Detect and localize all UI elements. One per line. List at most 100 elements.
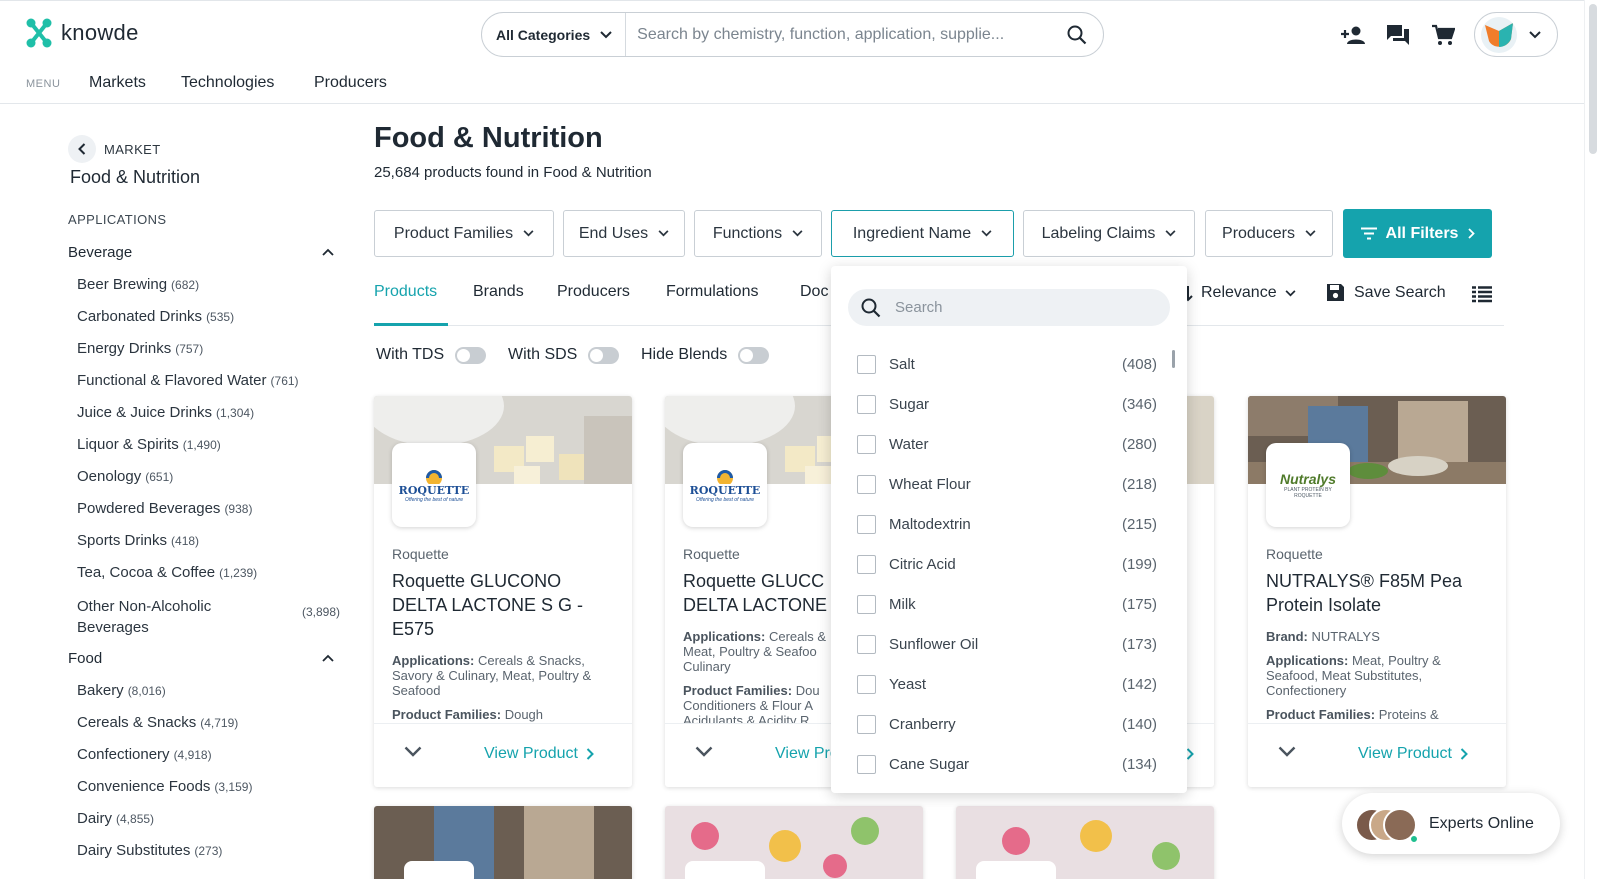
tab-producers[interactable]: Producers [557, 283, 630, 301]
checkbox[interactable] [857, 674, 876, 694]
filter-labeling-claims[interactable]: Labeling Claims [1023, 210, 1195, 257]
list-view-button[interactable] [1472, 286, 1492, 306]
sidebar-item[interactable]: Convenience Foods (3,159) [77, 778, 252, 795]
sort-select[interactable]: Relevance [1183, 284, 1296, 302]
filter-product-families[interactable]: Product Families [374, 210, 554, 257]
sidebar-item[interactable]: Bakery (8,016) [77, 682, 166, 699]
card-title[interactable]: NUTRALYS® F85M Pea Protein Isolate [1266, 569, 1492, 617]
product-card[interactable] [665, 806, 923, 879]
checkbox[interactable] [857, 714, 876, 734]
add-user-button[interactable] [1338, 20, 1368, 50]
sidebar-item[interactable]: Energy Drinks (757) [77, 340, 203, 357]
sidebar-item[interactable]: Cereals & Snacks (4,719) [77, 714, 238, 731]
product-card[interactable]: Nutralys PLANT PROTEIN BY ROQUETTE Roque… [1248, 396, 1506, 787]
checkbox[interactable] [857, 434, 876, 454]
checkbox[interactable] [857, 394, 876, 414]
sidebar-item[interactable]: Dairy Substitutes (273) [77, 842, 222, 859]
checkbox[interactable] [857, 634, 876, 654]
sidebar-item[interactable]: Liquor & Spirits (1,490) [77, 436, 221, 453]
ingredient-option[interactable]: Yeast (142) [857, 673, 1157, 695]
nav-producers[interactable]: Producers [314, 74, 387, 92]
knowde-mark-icon [26, 18, 52, 48]
account-menu[interactable] [1474, 12, 1558, 57]
meta-label: Brand: [1266, 629, 1308, 644]
view-product-link[interactable]: View Product [1358, 745, 1468, 763]
ingredient-option[interactable]: Sunflower Oil (173) [857, 633, 1157, 655]
checkbox[interactable] [857, 594, 876, 614]
tab-formulations[interactable]: Formulations [666, 283, 758, 301]
toggle-hide-blends[interactable]: Hide Blends [641, 346, 770, 364]
chevron-up-icon[interactable] [322, 654, 334, 662]
view-product-link[interactable]: View Product [484, 745, 594, 763]
save-search-button[interactable]: Save Search [1326, 283, 1446, 302]
page-scrollbar[interactable] [1584, 0, 1600, 879]
product-card[interactable] [956, 806, 1214, 879]
expand-chevron-icon[interactable] [1278, 746, 1296, 757]
checkbox[interactable] [857, 514, 876, 534]
knowde-logo[interactable]: knowde [26, 18, 139, 48]
tab-brands[interactable]: Brands [473, 283, 524, 301]
ingredient-option[interactable]: Sugar (346) [857, 393, 1157, 415]
search-input[interactable] [626, 13, 1051, 56]
expand-chevron-icon[interactable] [404, 746, 422, 757]
sidebar-item[interactable]: Carbonated Drinks (535) [77, 308, 234, 325]
sidebar-item[interactable]: Functional & Flavored Water (761) [77, 372, 299, 389]
filter-ingredient-name[interactable]: Ingredient Name [831, 210, 1014, 257]
ingredient-option[interactable]: Citric Acid (199) [857, 553, 1157, 575]
checkbox[interactable] [857, 554, 876, 574]
filter-functions[interactable]: Functions [694, 210, 822, 257]
nav-technologies[interactable]: Technologies [181, 74, 274, 92]
sidebar-item[interactable]: Sports Drinks (418) [77, 532, 199, 549]
ingredient-option[interactable]: Water (280) [857, 433, 1157, 455]
dropdown-scrollbar[interactable] [1172, 350, 1175, 368]
back-button[interactable] [68, 135, 96, 163]
toggle-switch[interactable] [455, 346, 487, 364]
chevron-up-icon[interactable] [322, 248, 334, 256]
sidebar-item[interactable]: Confectionery (4,918) [77, 746, 212, 763]
filter-end-uses[interactable]: End Uses [563, 210, 685, 257]
sidebar-item[interactable]: Powdered Beverages (938) [77, 500, 252, 517]
checkbox[interactable] [857, 474, 876, 494]
search-button[interactable] [1051, 13, 1103, 56]
group-beverage[interactable]: Beverage [68, 244, 132, 261]
ingredient-option[interactable]: Cranberry (140) [857, 713, 1157, 735]
card-title[interactable]: Roquette GLUCONO DELTA LACTONE S G - E57… [392, 569, 618, 641]
chevron-right-icon[interactable] [1186, 748, 1194, 760]
ingredient-option[interactable]: Salt (408) [857, 353, 1157, 375]
filter-producers[interactable]: Producers [1205, 210, 1333, 257]
ingredient-option[interactable]: Wheat Flour (218) [857, 473, 1157, 495]
expand-chevron-icon[interactable] [695, 746, 713, 757]
ingredient-option[interactable]: Milk (175) [857, 593, 1157, 615]
sidebar-item[interactable]: Juice & Juice Drinks (1,304) [77, 404, 254, 421]
ingredient-option[interactable]: Maltodextrin (215) [857, 513, 1157, 535]
product-card[interactable] [374, 806, 632, 879]
nav-markets[interactable]: Markets [89, 74, 146, 92]
sidebar-item-label: Oenology [77, 468, 142, 485]
dropdown-search-input[interactable] [895, 299, 1145, 316]
option-label: Citric Acid [889, 555, 956, 573]
checkbox[interactable] [857, 754, 876, 774]
sidebar-item[interactable]: Beer Brewing (682) [77, 276, 199, 293]
cart-button[interactable] [1428, 20, 1458, 50]
category-select[interactable]: All Categories [482, 13, 627, 56]
ingredient-option[interactable]: Cane Sugar (134) [857, 753, 1157, 775]
toggle-with-tds[interactable]: With TDS [376, 346, 487, 364]
experts-online-button[interactable]: Experts Online [1342, 793, 1560, 854]
tab-documents[interactable]: Doc [800, 283, 828, 301]
scrollbar-thumb[interactable] [1589, 4, 1597, 154]
sidebar-item[interactable]: Tea, Cocoa & Coffee (1,239) [77, 564, 257, 581]
group-food[interactable]: Food [68, 650, 102, 667]
chat-button[interactable] [1383, 20, 1413, 50]
card-product-families: Product Families: Dough [392, 707, 618, 722]
toggle-switch[interactable] [588, 346, 620, 364]
sidebar-item[interactable]: Oenology (651) [77, 468, 173, 485]
toggle-switch[interactable] [738, 346, 770, 364]
checkbox[interactable] [857, 354, 876, 374]
tab-products[interactable]: Products [374, 283, 437, 301]
toggle-with-sds[interactable]: With SDS [508, 346, 620, 364]
all-filters-button[interactable]: All Filters [1343, 209, 1492, 258]
sidebar-item[interactable]: Dairy (4,855) [77, 810, 154, 827]
product-card[interactable]: ROQUETTE Offering the best of nature Roq… [374, 396, 632, 787]
sidebar-item[interactable]: Other Non-Alcoholic Beverages (3,898) [77, 596, 340, 638]
card-title[interactable]: Roquette GLUCC DELTA LACTONE [683, 569, 833, 617]
